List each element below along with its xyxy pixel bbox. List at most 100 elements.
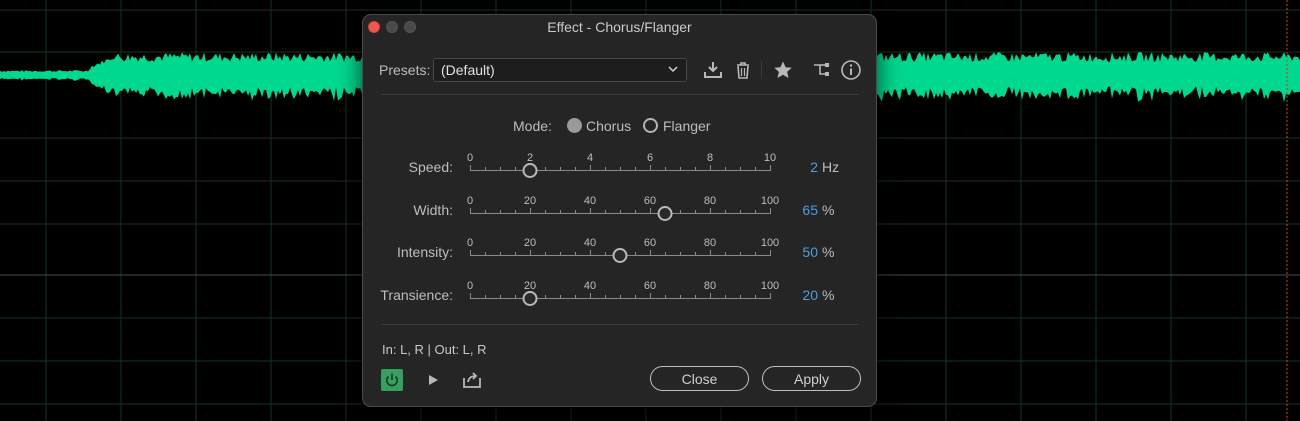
slider-tick-mark [560,167,561,171]
slider-tick-mark [710,250,711,256]
footer-divider [381,324,859,325]
slider-tick-mark [515,252,516,256]
slider-tick-mark [635,295,636,299]
slider-tick-mark [575,210,576,214]
slider-tick-mark [770,208,771,214]
dialog-title: Effect - Chorus/Flanger [547,19,692,35]
slider-tick-mark [695,252,696,256]
slider-track-area[interactable]: 0 20 40 60 80 100 [466,237,779,267]
presets-selected-value: (Default) [441,62,495,78]
export-button[interactable] [461,369,483,391]
slider-tick-mark [710,293,711,299]
info-icon[interactable] [840,59,862,81]
slider-tick-mark [515,167,516,171]
slider-row: Width: 0 20 40 60 80 100 65% [363,195,876,235]
slider-row: Intensity: 0 20 40 60 80 100 50% [363,237,876,277]
presets-dropdown[interactable]: (Default) [433,58,687,82]
title-bar[interactable]: Effect - Chorus/Flanger [363,15,876,39]
slider-tick-label: 60 [643,237,657,249]
slider-track-area[interactable]: 0 20 40 60 80 100 [467,280,779,310]
play-icon [429,375,438,385]
slider-tick-mark [650,165,651,171]
slider-tick-mark [545,295,546,299]
preview-play-button[interactable] [423,370,443,390]
mode-flanger-radio[interactable] [643,118,658,133]
star-icon[interactable] [772,59,794,81]
slider-tick-mark [635,167,636,171]
slider-tick-mark [620,295,621,299]
slider-tick-mark [515,295,516,299]
slider-tick-mark [725,252,726,256]
slider-tick-mark [545,210,546,214]
slider-tick-mark [560,252,561,256]
mode-chorus-radio[interactable] [567,118,582,133]
slider-tick-mark [545,252,546,256]
slider-tick-mark [725,210,726,214]
chorus-flanger-dialog: Effect - Chorus/Flanger Presets: (Defaul… [362,14,877,407]
slider-tick-label: 60 [643,280,657,292]
slider-tick-mark [485,295,486,299]
slider-label: Speed: [408,159,453,175]
slider-tick-mark [620,210,621,214]
slider-unit-label: % [822,244,835,260]
slider-tick-mark [560,295,561,299]
routing-icon[interactable] [811,59,833,81]
slider-tick-label: 0 [466,237,474,249]
slider-value-field[interactable]: 20 [788,287,818,303]
slider-tick-mark [470,250,471,256]
slider-value-field[interactable]: 50 [788,244,818,260]
slider-unit-label: % [822,202,835,218]
slider-tick-mark [755,252,756,256]
slider-value-field[interactable]: 65 [788,202,818,218]
slider-tick-label: 8 [706,152,714,164]
slider-tick-label: 4 [586,152,594,164]
slider-tick-label: 80 [703,280,717,292]
mode-flanger-label[interactable]: Flanger [663,118,710,134]
slider-tick-mark [755,167,756,171]
download-preset-icon[interactable] [702,59,724,81]
slider-tick-mark [755,295,756,299]
trash-icon[interactable] [732,59,754,81]
slider-tick-mark [710,165,711,171]
slider-tick-label: 0 [466,152,474,164]
power-toggle-button[interactable] [381,369,403,391]
slider-tick-label: 100 [760,195,780,207]
slider-tick-mark [605,210,606,214]
slider-tick-mark [635,210,636,214]
slider-tick-label: 10 [763,152,777,164]
slider-tick-mark [500,210,501,214]
chevron-down-icon [667,62,679,79]
io-channels-label: In: L, R | Out: L, R [382,342,487,357]
slider-tick-mark [665,252,666,256]
slider-tick-mark [545,167,546,171]
mode-chorus-label[interactable]: Chorus [586,118,631,134]
slider-tick-mark [485,210,486,214]
close-button[interactable]: Close [650,366,749,391]
slider-tick-mark [695,295,696,299]
apply-button[interactable]: Apply [762,366,861,391]
slider-track-area[interactable]: 0 2 4 6 8 10 [466,152,776,182]
slider-track-area[interactable]: 0 20 40 60 80 100 [466,195,779,225]
slider-value-field[interactable]: 2 [788,159,818,175]
slider-thumb[interactable] [522,291,538,306]
slider-thumb[interactable] [522,163,538,178]
slider-tick-label: 80 [703,195,717,207]
slider-tick-label: 0 [466,195,474,207]
slider-tick-mark [485,167,486,171]
slider-tick-mark [650,293,651,299]
slider-thumb[interactable] [612,248,628,263]
slider-thumb[interactable] [657,206,673,221]
slider-tick-label: 100 [760,237,780,249]
slider-tick-mark [755,210,756,214]
slider-tick-mark [665,295,666,299]
slider-tick-mark [575,167,576,171]
slider-tick-label: 100 [760,280,780,292]
slider-tick-mark [665,167,666,171]
slider-tick-mark [710,208,711,214]
toolbar-separator [761,61,762,79]
slider-tick-mark [530,208,531,214]
slider-tick-mark [485,252,486,256]
header-divider [381,94,859,95]
slider-tick-label: 20 [523,237,537,249]
slider-tick-label: 6 [646,152,654,164]
